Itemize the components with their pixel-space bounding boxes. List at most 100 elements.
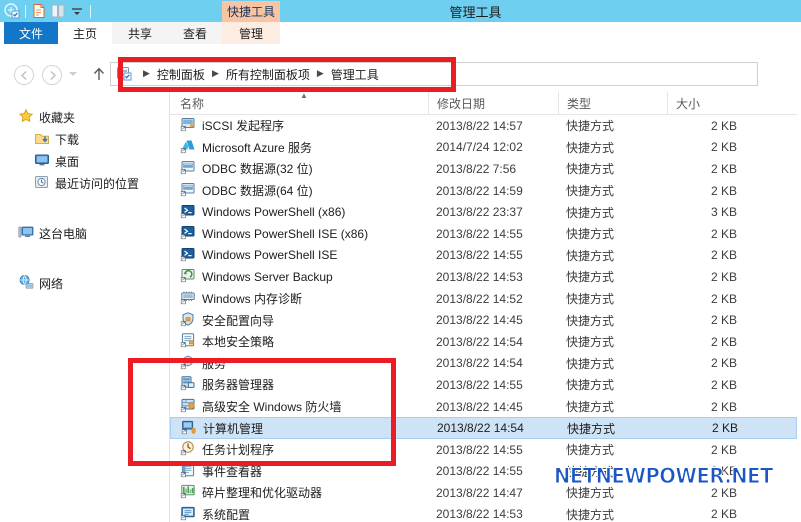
- iscsi-icon: [180, 116, 202, 135]
- column-header-row[interactable]: 名称 ▲ 修改日期 类型 大小: [170, 92, 797, 115]
- table-row[interactable]: 计算机管理 2013/8/22 14:54 快捷方式 2 KB: [170, 417, 797, 439]
- breadcrumb-separator-2[interactable]: ▶: [317, 68, 324, 79]
- cell-name[interactable]: 事件查看器: [170, 461, 428, 483]
- cell-name[interactable]: 安全配置向导: [170, 309, 428, 331]
- powershell-icon: [180, 246, 202, 265]
- table-row[interactable]: 服务 2013/8/22 14:54 快捷方式 2 KB: [170, 353, 797, 375]
- cell-date: 2013/8/22 14:55: [436, 464, 523, 479]
- sidebar-item-this-pc[interactable]: 这台电脑: [4, 222, 169, 244]
- tab-home[interactable]: 主页: [58, 22, 112, 44]
- file-rows[interactable]: iSCSI 发起程序 2013/8/22 14:57 快捷方式 2 KB Microso…: [170, 115, 797, 522]
- column-header-date[interactable]: 修改日期: [428, 92, 558, 115]
- sidebar-item-network[interactable]: 网络: [4, 272, 169, 294]
- tab-manage[interactable]: 管理: [222, 22, 280, 44]
- column-header-type[interactable]: 类型: [558, 92, 667, 115]
- cell-name[interactable]: Windows PowerShell ISE (x86): [170, 223, 428, 245]
- table-row[interactable]: 安全配置向导 2013/8/22 14:45 快捷方式 2 KB: [170, 309, 797, 331]
- cell-name[interactable]: 服务: [170, 353, 428, 375]
- ribbon-body: [0, 44, 801, 58]
- file-name-label: 安全配置向导: [202, 313, 275, 328]
- cell-name[interactable]: 高级安全 Windows 防火墙: [170, 396, 428, 418]
- file-name-label: 计算机管理: [203, 421, 264, 436]
- table-row[interactable]: ODBC 数据源(32 位) 2013/8/22 7:56 快捷方式 2 KB: [170, 158, 797, 180]
- table-row[interactable]: Windows 内存诊断 2013/8/22 14:52 快捷方式 2 KB: [170, 288, 797, 310]
- sidebar-item-downloads[interactable]: 下载: [4, 128, 169, 150]
- table-row[interactable]: 系统配置 2013/8/22 14:53 快捷方式 2 KB: [170, 504, 797, 522]
- file-name-label: 系统配置: [202, 507, 251, 522]
- cell-name[interactable]: 任务计划程序: [170, 439, 428, 461]
- navigation-pane[interactable]: 收藏夹 下载 桌面 最近访问的位置 这台电脑 网络: [4, 92, 170, 522]
- table-row[interactable]: Windows PowerShell ISE (x86) 2013/8/22 14…: [170, 223, 797, 245]
- table-row[interactable]: 任务计划程序 2013/8/22 14:55 快捷方式 2 KB: [170, 439, 797, 461]
- file-name-label: ODBC 数据源(64 位): [202, 184, 313, 199]
- breadcrumb-all-items[interactable]: 所有控制面板项: [226, 66, 310, 83]
- file-name-label: ODBC 数据源(32 位): [202, 162, 313, 177]
- table-row[interactable]: 高级安全 Windows 防火墙 2013/8/22 14:45 快捷方式 2 KB: [170, 396, 797, 418]
- cell-name[interactable]: ODBC 数据源(32 位): [170, 158, 428, 180]
- sidebar-item-recent-places[interactable]: 最近访问的位置: [4, 172, 169, 194]
- table-row[interactable]: iSCSI 发起程序 2013/8/22 14:57 快捷方式 2 KB: [170, 115, 797, 137]
- cell-name[interactable]: 碎片整理和优化驱动器: [170, 482, 428, 504]
- cell-type: 快捷方式: [566, 270, 615, 285]
- cell-size: 2 KB: [710, 161, 737, 176]
- file-name-label: iSCSI 发起程序: [202, 119, 285, 134]
- cell-name[interactable]: iSCSI 发起程序: [170, 115, 428, 137]
- back-button[interactable]: [14, 65, 34, 85]
- cell-type: 快捷方式: [566, 205, 615, 220]
- arrow-right-icon: [49, 70, 56, 80]
- defrag-icon: [180, 483, 202, 502]
- cell-name[interactable]: Microsoft Azure 服务: [170, 137, 428, 159]
- forward-button[interactable]: [42, 65, 62, 85]
- services-icon: [180, 354, 202, 373]
- up-button[interactable]: [92, 66, 106, 87]
- cell-date: 2014/7/24 12:02: [436, 140, 523, 155]
- computer-icon: [18, 224, 39, 243]
- odbc-icon: [180, 159, 202, 178]
- cell-date: 2013/8/22 14:55: [436, 377, 523, 392]
- file-name-label: 服务: [202, 356, 227, 371]
- table-row[interactable]: Windows Server Backup 2013/8/22 14:53 快捷方式…: [170, 266, 797, 288]
- file-list-pane[interactable]: 名称 ▲ 修改日期 类型 大小 iSCSI 发起程序 2013/8/22 14:5…: [170, 92, 797, 522]
- cell-name[interactable]: Windows PowerShell ISE: [170, 245, 428, 267]
- cell-name[interactable]: 服务器管理器: [170, 374, 428, 396]
- table-row[interactable]: ODBC 数据源(64 位) 2013/8/22 14:59 快捷方式 2 KB: [170, 180, 797, 202]
- table-row[interactable]: 服务器管理器 2013/8/22 14:55 快捷方式 2 KB: [170, 374, 797, 396]
- recent-locations-button[interactable]: [68, 70, 78, 80]
- tab-view[interactable]: 查看: [168, 22, 222, 44]
- cell-name[interactable]: Windows Server Backup: [170, 266, 428, 288]
- cell-name[interactable]: 本地安全策略: [170, 331, 428, 353]
- table-row[interactable]: Windows PowerShell (x86) 2013/8/22 23:37 快…: [170, 201, 797, 223]
- cell-size: 2 KB: [710, 507, 737, 522]
- breadcrumb-admin-tools[interactable]: 管理工具: [331, 66, 379, 83]
- column-header-name[interactable]: 名称 ▲: [170, 92, 428, 115]
- table-row[interactable]: 本地安全策略 2013/8/22 14:54 快捷方式 2 KB: [170, 331, 797, 353]
- sort-ascending-indicator: ▲: [300, 92, 308, 100]
- arrow-left-icon: [20, 70, 27, 80]
- recent-icon: [34, 174, 55, 193]
- cell-type: 快捷方式: [566, 184, 615, 199]
- cell-name[interactable]: Windows PowerShell (x86): [170, 201, 428, 223]
- servermgr-icon: [180, 375, 202, 394]
- cell-name[interactable]: 系统配置: [170, 504, 428, 522]
- cell-name[interactable]: 计算机管理: [171, 418, 429, 438]
- tab-file[interactable]: 文件: [4, 22, 58, 44]
- sidebar-item-favorites[interactable]: 收藏夹: [4, 106, 169, 128]
- cell-date: 2013/8/22 14:55: [436, 442, 523, 457]
- cell-name[interactable]: ODBC 数据源(64 位): [170, 180, 428, 202]
- breadcrumb-separator-1[interactable]: ▶: [212, 68, 219, 79]
- cell-date: 2013/8/22 23:37: [436, 205, 523, 220]
- breadcrumb-control-panel[interactable]: 控制面板: [157, 66, 205, 83]
- table-row[interactable]: Windows PowerShell ISE 2013/8/22 14:55 快捷方…: [170, 245, 797, 267]
- azure-icon: [180, 138, 202, 157]
- sidebar-item-desktop[interactable]: 桌面: [4, 150, 169, 172]
- address-bar[interactable]: ▶ 控制面板 ▶ 所有控制面板项 ▶ 管理工具: [110, 62, 758, 86]
- breadcrumb-separator-0[interactable]: ▶: [143, 68, 150, 79]
- tab-share[interactable]: 共享: [112, 22, 168, 44]
- cell-date: 2013/8/22 14:47: [436, 485, 523, 500]
- cell-type: 快捷方式: [566, 356, 615, 371]
- column-header-size[interactable]: 大小: [667, 92, 747, 115]
- cell-name[interactable]: Windows 内存诊断: [170, 288, 428, 310]
- table-row[interactable]: Microsoft Azure 服务 2014/7/24 12:02 快捷方式 2 K…: [170, 137, 797, 159]
- cell-type: 快捷方式: [566, 248, 615, 263]
- cell-type: 快捷方式: [566, 313, 615, 328]
